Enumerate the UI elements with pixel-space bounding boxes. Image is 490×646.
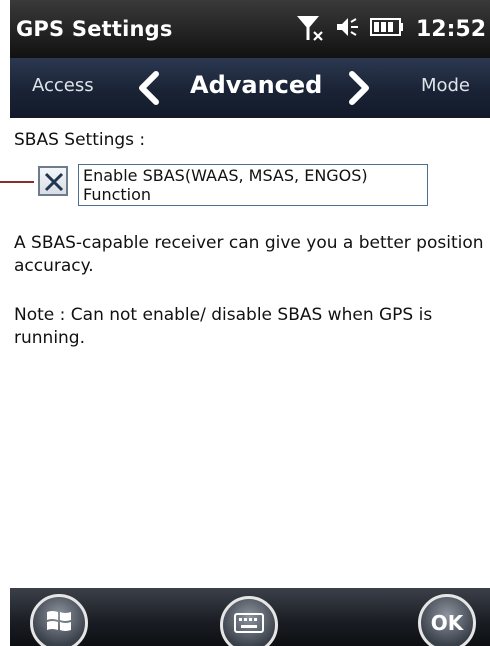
- device-screen: GPS Settings 12:52 Access Advanced Mode …: [10, 0, 490, 646]
- keyboard-icon: [234, 613, 264, 637]
- nav-pager: Access Advanced Mode: [10, 58, 490, 118]
- signal-off-icon: [294, 12, 324, 46]
- sbas-description: A SBAS-capable receiver can give you a b…: [14, 233, 484, 276]
- sbas-note: Note : Can not enable/ disable SBAS when…: [14, 305, 433, 348]
- keyboard-button[interactable]: [220, 596, 278, 646]
- start-button[interactable]: [30, 594, 88, 646]
- ok-button[interactable]: OK: [418, 594, 476, 646]
- windows-start-icon: [44, 606, 74, 640]
- section-label: SBAS Settings :: [14, 130, 146, 150]
- battery-icon: [369, 16, 404, 42]
- nav-next-label[interactable]: Mode: [421, 75, 470, 96]
- status-bar: GPS Settings 12:52: [10, 0, 490, 58]
- chevron-right-icon[interactable]: [344, 70, 374, 106]
- enable-sbas-label[interactable]: Enable SBAS(WAAS, MSAS, ENGOS) Function: [78, 164, 428, 206]
- app-title: GPS Settings: [16, 17, 173, 41]
- callout-pointer-line: [0, 181, 34, 183]
- checkmark-x-icon: [44, 172, 64, 192]
- status-icons: 12:52: [294, 12, 486, 46]
- settings-content: SBAS Settings : Enable SBAS(WAAS, MSAS, …: [10, 118, 490, 588]
- speaker-icon: [334, 14, 360, 44]
- nav-prev-label[interactable]: Access: [32, 75, 94, 96]
- clock: 12:52: [415, 16, 486, 42]
- enable-sbas-label-line1: Enable SBAS(WAAS, MSAS, ENGOS): [83, 166, 368, 185]
- bottom-softkey-bar: OK: [10, 588, 490, 646]
- chevron-left-icon[interactable]: [134, 70, 164, 106]
- enable-sbas-checkbox[interactable]: [38, 166, 68, 196]
- enable-sbas-label-line2: Function: [83, 185, 152, 204]
- nav-current-label: Advanced: [190, 71, 323, 99]
